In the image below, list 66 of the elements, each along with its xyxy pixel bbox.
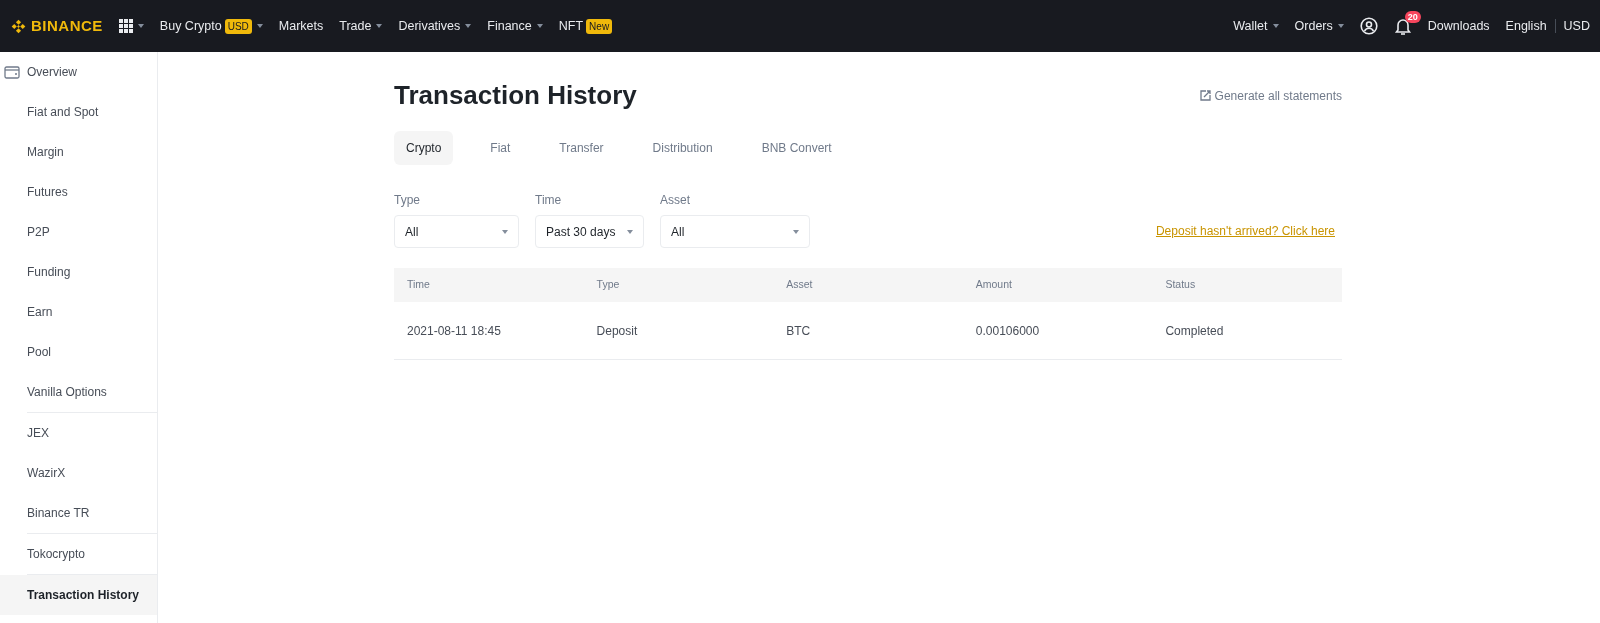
caret-icon <box>536 24 543 28</box>
external-link-icon <box>1199 90 1211 102</box>
column-header: Amount <box>974 277 1013 293</box>
filter-tab[interactable]: Distribution <box>640 131 725 166</box>
caret-icon <box>793 229 799 234</box>
field-label: Time <box>535 192 563 210</box>
sidebar-item[interactable]: Transaction History <box>0 575 157 615</box>
nav-menu-item[interactable]: Markets <box>278 16 324 36</box>
filter-tab[interactable]: Fiat <box>478 131 523 166</box>
caret-icon <box>1337 24 1344 28</box>
diamond-logo-icon <box>10 17 27 35</box>
sidebar-item[interactable]: Pool <box>0 332 157 372</box>
menu-badge: USD <box>224 18 252 34</box>
sidebar-item[interactable]: JEX <box>27 413 157 453</box>
caret-icon <box>502 229 508 234</box>
caret-icon <box>1272 24 1279 28</box>
sidebar-item[interactable]: Earn <box>0 292 157 332</box>
nav-menu-item[interactable]: Buy Crypto USD <box>159 16 263 36</box>
table-cell-text: 2021-08-11 18:45 <box>406 322 502 340</box>
nav-menu-item[interactable]: Finance <box>487 16 543 36</box>
table-cell-text: 0.00106000 <box>974 322 1041 340</box>
menu-badge: New <box>586 18 613 34</box>
dropdown-field[interactable]: All <box>660 215 810 249</box>
column-header: Asset <box>785 277 814 293</box>
sidebar-item[interactable]: Futures <box>0 172 157 212</box>
sidebar-item[interactable]: WazirX <box>27 453 157 493</box>
nav-menu-item[interactable]: Trade <box>339 16 383 36</box>
nav-menu-item[interactable]: NFT New <box>558 16 613 36</box>
sidebar-item[interactable]: Vanilla Options <box>0 372 157 412</box>
page-title: Transaction History <box>394 80 637 112</box>
dropdown-field[interactable]: Past 30 days <box>535 215 644 249</box>
sidebar-item[interactable]: Overview <box>0 52 157 92</box>
caret-icon <box>256 24 263 28</box>
caret-icon <box>465 24 472 28</box>
table-cell-text: BTC <box>785 322 812 340</box>
sidebar-item[interactable]: Funding <box>0 252 157 292</box>
apps-grid-button[interactable] <box>118 19 144 33</box>
caret-icon <box>376 24 383 28</box>
sidebar-item[interactable]: Tokocrypto <box>27 534 157 574</box>
nav-menu-item[interactable]: Wallet <box>1233 16 1279 36</box>
generate-statements-link[interactable]: Generate all statements <box>1199 86 1342 105</box>
language-link[interactable]: English <box>1505 16 1547 36</box>
column-header: Type <box>595 277 621 293</box>
nav-menu-item[interactable]: Orders <box>1294 16 1344 36</box>
caret-icon <box>627 229 633 234</box>
sidebar-item[interactable]: P2P <box>0 212 157 252</box>
sidebar-item[interactable]: Binance TR <box>27 493 157 533</box>
filter-tab[interactable]: Transfer <box>547 131 616 166</box>
notification-count-badge: 20 <box>1404 10 1421 24</box>
filter-tab[interactable]: Crypto <box>394 131 454 166</box>
table-cell-text: Deposit <box>595 322 639 340</box>
wallet-icon <box>4 65 20 79</box>
downloads-link[interactable]: Downloads <box>1427 16 1490 36</box>
field-label: Type <box>394 192 421 210</box>
filter-tab[interactable]: BNB Convert <box>749 131 844 166</box>
user-profile-icon[interactable] <box>1359 17 1378 35</box>
column-header: Status <box>1164 277 1197 293</box>
sidebar-item[interactable]: Fiat and Spot <box>0 92 157 132</box>
dropdown-field[interactable]: All <box>394 215 519 249</box>
currency-link[interactable]: USD <box>1563 16 1590 36</box>
field-label: Asset <box>660 192 691 210</box>
table-cell-text: Completed <box>1164 322 1225 340</box>
sidebar-item[interactable]: Margin <box>0 132 157 172</box>
column-header: Time <box>406 277 431 293</box>
nav-menu-item[interactable]: Derivatives <box>398 16 472 36</box>
logo[interactable]: BINANCE <box>10 14 103 38</box>
